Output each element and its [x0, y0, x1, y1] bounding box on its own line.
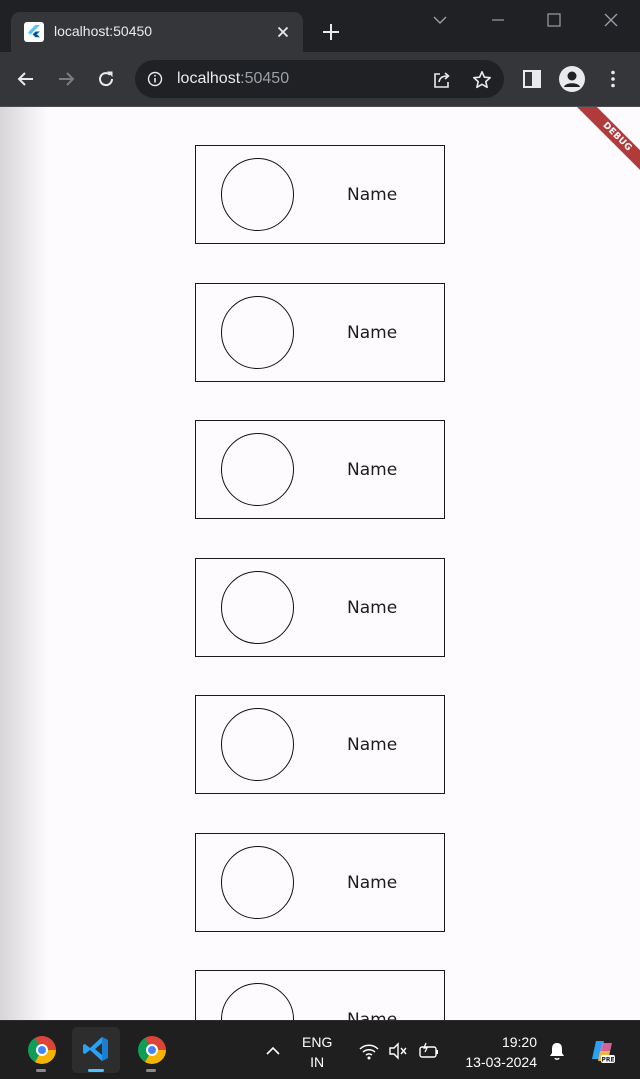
system-clock[interactable]: 19:20 13-03-2024 — [455, 1032, 537, 1072]
avatar-circle — [221, 983, 294, 1020]
notification-bell-icon[interactable] — [546, 1040, 568, 1062]
card-name: Name — [347, 460, 398, 480]
svg-text:PRE: PRE — [601, 1057, 614, 1064]
running-indicator — [146, 1069, 156, 1072]
list-card[interactable]: Name — [195, 283, 445, 382]
avatar-circle — [221, 433, 294, 506]
avatar-circle — [221, 158, 294, 231]
avatar-circle — [221, 296, 294, 369]
running-indicator — [36, 1069, 46, 1072]
region-code: IN — [310, 1054, 325, 1070]
running-indicator — [88, 1069, 104, 1072]
browser-tab[interactable]: localhost:50450 — [11, 12, 303, 52]
language-code: ENG — [302, 1034, 333, 1050]
list-card[interactable]: Name — [195, 420, 445, 519]
list-card[interactable]: Name — [195, 145, 445, 244]
share-icon[interactable] — [431, 69, 453, 91]
info-icon[interactable] — [147, 71, 163, 87]
tab-title: localhost:50450 — [54, 23, 153, 39]
list-card[interactable]: Name — [195, 833, 445, 932]
taskbar-app-vscode[interactable] — [72, 1027, 120, 1073]
card-name: Name — [347, 598, 398, 618]
browser-toolbar: localhost:50450 — [0, 52, 640, 106]
card-name: Name — [347, 1010, 398, 1020]
avatar-circle — [221, 846, 294, 919]
url-port: :50450 — [240, 70, 290, 87]
plus-icon[interactable] — [320, 21, 342, 43]
debug-banner: DEBUG — [573, 107, 640, 181]
page-viewport[interactable]: Name Name Name Name Name Name Name DEBUG — [0, 107, 640, 1020]
profile-icon[interactable] — [559, 66, 585, 92]
address-bar[interactable]: localhost:50450 — [135, 60, 504, 98]
chrome-icon — [28, 1036, 56, 1064]
clock-time: 19:20 — [501, 1034, 537, 1050]
volume-muted-icon[interactable] — [387, 1040, 409, 1062]
flutter-icon — [24, 22, 44, 42]
viewport-shadow — [0, 107, 48, 1020]
avatar-circle — [221, 571, 294, 644]
card-name: Name — [347, 185, 398, 205]
card-name: Name — [347, 735, 398, 755]
minimize-icon[interactable] — [486, 8, 510, 32]
arrow-left-icon[interactable] — [15, 68, 37, 90]
wifi-icon[interactable] — [358, 1040, 380, 1062]
maximize-icon[interactable] — [542, 8, 566, 32]
chevron-down-icon[interactable] — [428, 8, 452, 32]
list-card[interactable]: Name — [195, 695, 445, 794]
kebab-menu-icon[interactable] — [602, 68, 624, 90]
reload-icon[interactable] — [95, 68, 117, 90]
side-panel-icon[interactable] — [521, 68, 543, 90]
star-icon[interactable] — [471, 69, 493, 91]
chrome-icon — [138, 1036, 166, 1064]
url-host: localhost — [177, 70, 241, 87]
card-name: Name — [347, 323, 398, 343]
card-name: Name — [347, 873, 398, 893]
vscode-icon — [83, 1037, 108, 1061]
taskbar: ENG IN 19:20 13-03-2024 PRE — [0, 1020, 640, 1079]
arrow-right-icon[interactable] — [55, 68, 77, 90]
avatar-circle — [221, 708, 294, 781]
list-card[interactable]: Name — [195, 970, 445, 1020]
close-window-icon[interactable] — [599, 8, 623, 32]
url-text[interactable]: localhost:50450 — [177, 70, 289, 88]
chevron-up-icon[interactable] — [262, 1040, 284, 1062]
taskbar-app-chrome[interactable] — [17, 1027, 65, 1073]
close-icon[interactable] — [273, 22, 293, 42]
copilot-icon[interactable]: PRE — [588, 1037, 616, 1065]
clock-date: 13-03-2024 — [465, 1054, 537, 1070]
language-indicator[interactable]: ENG IN — [302, 1032, 332, 1072]
browser-tabstrip: localhost:50450 — [0, 0, 640, 52]
battery-charging-icon[interactable] — [418, 1040, 440, 1062]
list-card[interactable]: Name — [195, 558, 445, 657]
taskbar-app-chrome[interactable] — [127, 1027, 175, 1073]
